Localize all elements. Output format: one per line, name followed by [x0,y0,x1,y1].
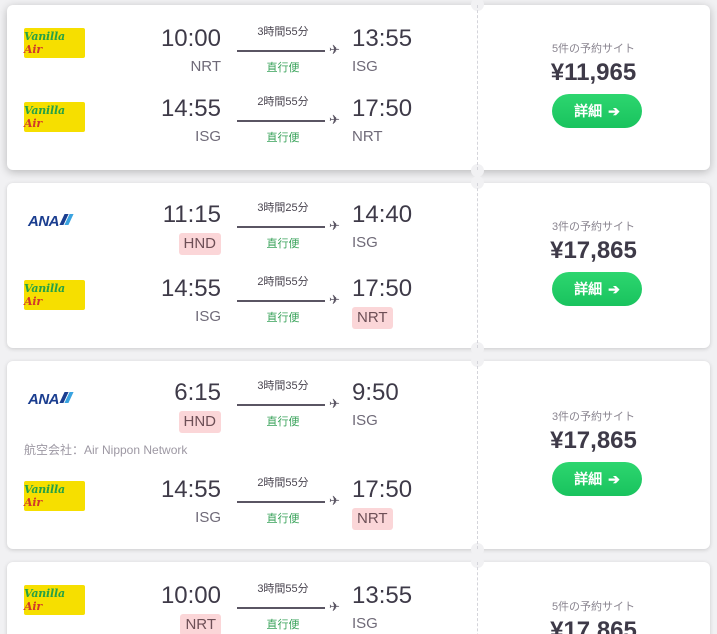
route-line [237,300,325,302]
departure-airport: ISG [195,128,221,145]
departure-time: 10:00 [160,25,221,52]
departure-airport-highlighted: HND [178,411,221,433]
arrival-airport: ISG [352,234,378,251]
direct-flight-label: 直行便 [266,416,300,428]
direct-flight-label: 直行便 [266,238,300,250]
vanilla-air-logo: Vanilla Air [24,585,85,615]
departure-time: 6:15 [174,379,221,406]
flight-duration: 2時間55分 [257,276,309,288]
departure-time: 10:00 [160,582,221,609]
detail-button-label: 詳細 [574,103,603,119]
card-divider [477,183,478,348]
arrival-airport: ISG [352,58,378,75]
card-divider [477,361,478,549]
flight-duration: 3時間35分 [257,380,309,392]
airplane-icon: ✈ [329,112,340,127]
route-line [237,501,325,503]
flight-leg-outbound: ANA 6:15 HND 3時間35分 ✈ 直行便 9:50 ISG [7,375,477,435]
booking-sites-count: 5件の予約サイト [551,601,636,613]
flight-duration: 3時間55分 [257,583,309,595]
arrival-time: 17:50 [352,275,413,302]
ana-logo: ANA [28,388,84,410]
route-line [237,50,325,52]
vanilla-air-logo: Vanilla Air [24,28,85,58]
flight-duration: 2時間55分 [257,477,309,489]
detail-button[interactable]: 詳細 ➔ [552,272,642,306]
flight-result-card[interactable]: ANA 6:15 HND 3時間35分 ✈ 直行便 9:50 ISG 航空会社：… [7,354,710,556]
departure-time: 14:55 [160,95,221,122]
flight-leg-return: Vanilla Air 14:55 ISG 2時間55分 ✈ 直行便 17:50… [7,271,477,331]
departure-time: 14:55 [160,476,221,503]
flight-leg-outbound: ANA 11:15 HND 3時間25分 ✈ 直行便 14:40 ISG [7,197,477,257]
booking-sites-count: 5件の予約サイト [551,43,636,55]
flight-leg-outbound: Vanilla Air 10:00 NRT 3時間55分 ✈ 直行便 13:55… [7,19,477,79]
arrival-airport: ISG [352,615,378,632]
arrival-time: 13:55 [352,25,413,52]
airplane-icon: ✈ [329,218,340,233]
airplane-icon: ✈ [329,599,340,614]
detail-button-label: 詳細 [574,281,603,297]
booking-sites-count: 3件の予約サイト [551,221,636,233]
arrival-time: 14:40 [352,201,413,228]
arrival-time: 13:55 [352,582,413,609]
arrival-time: 17:50 [352,95,413,122]
departure-airport-highlighted: NRT [180,614,221,634]
flight-leg-return: Vanilla Air 14:55 ISG 2時間55分 ✈ 直行便 17:50… [7,472,477,532]
detail-button[interactable]: 詳細 ➔ [552,94,642,128]
arrival-airport-highlighted: NRT [352,307,393,329]
route-line [237,226,325,228]
arrival-time: 17:50 [352,476,413,503]
vanilla-air-logo: Vanilla Air [24,280,85,310]
vanilla-air-logo: Vanilla Air [24,481,85,511]
airplane-icon: ✈ [329,493,340,508]
direct-flight-label: 直行便 [266,62,300,74]
direct-flight-label: 直行便 [266,513,300,525]
vanilla-air-logo: Vanilla Air [24,102,85,132]
route-line [237,607,325,609]
price: ¥17,865 [550,427,637,454]
arrow-right-icon: ➔ [608,470,620,487]
arrival-airport: NRT [352,128,383,145]
departure-airport: NRT [190,58,221,75]
departure-time: 14:55 [160,275,221,302]
flight-result-card[interactable]: ANA 11:15 HND 3時間25分 ✈ 直行便 14:40 ISG Van… [7,176,710,355]
ana-logo: ANA [28,210,84,232]
price: ¥17,865 [550,617,637,634]
route-line [237,404,325,406]
card-divider [477,5,478,170]
direct-flight-label: 直行便 [266,312,300,324]
route-line [237,120,325,122]
airplane-icon: ✈ [329,292,340,307]
detail-button-label: 詳細 [574,471,603,487]
airplane-icon: ✈ [329,396,340,411]
flight-duration: 2時間55分 [257,96,309,108]
departure-airport: ISG [195,509,221,526]
flight-leg-return: Vanilla Air 14:55 ISG 2時間55分 ✈ 直行便 17:50… [7,93,477,153]
flight-leg-outbound: Vanilla Air 10:00 NRT 3時間55分 ✈ 直行便 13:55… [7,576,477,634]
price: ¥17,865 [550,237,637,264]
arrow-right-icon: ➔ [608,280,620,297]
flight-result-card[interactable]: Vanilla Air 10:00 NRT 3時間55分 ✈ 直行便 13:55… [7,0,710,177]
airplane-icon: ✈ [329,42,340,57]
direct-flight-label: 直行便 [266,619,300,631]
operator-note: 航空会社：Air Nippon Network [24,443,188,457]
flight-duration: 3時間55分 [257,26,309,38]
booking-sites-count: 3件の予約サイト [551,411,636,423]
detail-button[interactable]: 詳細 ➔ [552,462,642,496]
flight-result-card[interactable]: Vanilla Air 10:00 NRT 3時間55分 ✈ 直行便 13:55… [7,555,710,634]
arrival-airport: ISG [352,412,378,429]
direct-flight-label: 直行便 [266,132,300,144]
price: ¥11,965 [550,59,637,86]
departure-time: 11:15 [162,201,221,228]
arrival-airport-highlighted: NRT [352,508,393,530]
arrow-right-icon: ➔ [608,102,620,119]
departure-airport: ISG [195,308,221,325]
arrival-time: 9:50 [352,379,399,406]
departure-airport-highlighted: HND [178,233,221,255]
flight-duration: 3時間25分 [257,202,309,214]
